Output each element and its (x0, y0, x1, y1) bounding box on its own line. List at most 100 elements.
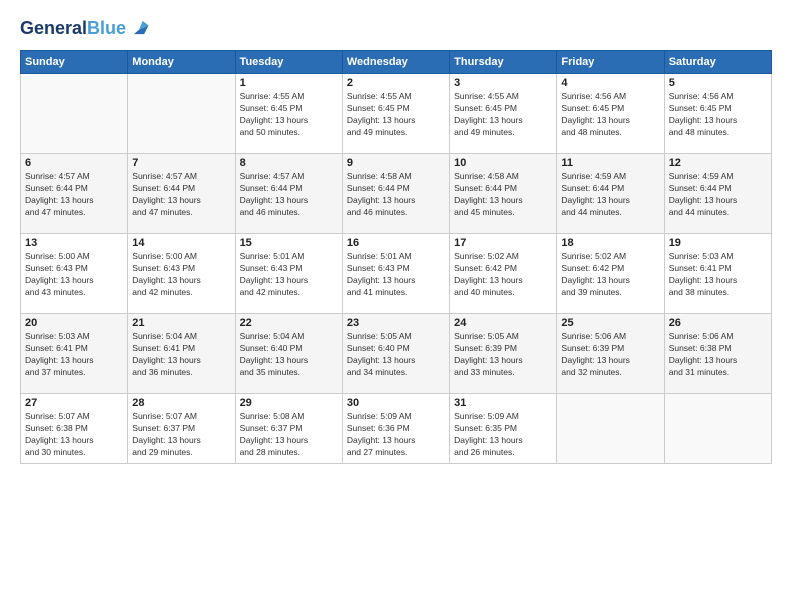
day-number: 26 (669, 317, 767, 329)
logo-icon (128, 18, 150, 40)
calendar-cell: 23 Sunrise: 5:05 AM Sunset: 6:40 PM Dayli… (342, 314, 449, 394)
calendar-cell: 17Sunrise: 5:02 AM Sunset: 6:42 PM Dayli… (450, 234, 557, 314)
calendar-cell: 12Sunrise: 4:59 AM Sunset: 6:44 PM Dayli… (664, 154, 771, 234)
day-info: Sunrise: 5:05 AM Sunset: 6:40 PM Dayligh… (347, 331, 445, 379)
day-info: Sunrise: 4:56 AM Sunset: 6:45 PM Dayligh… (561, 91, 659, 139)
weekday-header: Tuesday (235, 51, 342, 74)
day-info: Sunrise: 4:55 AM Sunset: 6:45 PM Dayligh… (347, 91, 445, 139)
day-info: Sunrise: 4:55 AM Sunset: 6:45 PM Dayligh… (454, 91, 552, 139)
day-number: 28 (132, 397, 230, 409)
day-info: Sunrise: 4:57 AM Sunset: 6:44 PM Dayligh… (132, 171, 230, 219)
weekday-header: Friday (557, 51, 664, 74)
day-info: Sunrise: 5:09 AM Sunset: 6:35 PM Dayligh… (454, 411, 552, 459)
day-info: Sunrise: 5:07 AM Sunset: 6:37 PM Dayligh… (132, 411, 230, 459)
day-info: Sunrise: 4:58 AM Sunset: 6:44 PM Dayligh… (454, 171, 552, 219)
calendar-week-row: 20 Sunrise: 5:03 AM Sunset: 6:41 PM Dayli… (21, 314, 772, 394)
day-number: 3 (454, 77, 552, 89)
day-number: 4 (561, 77, 659, 89)
day-info: Sunrise: 5:06 AM Sunset: 6:38 PM Dayligh… (669, 331, 767, 379)
calendar-cell: 19 Sunrise: 5:03 AM Sunset: 6:41 PM Dayli… (664, 234, 771, 314)
day-number: 30 (347, 397, 445, 409)
day-info: Sunrise: 5:03 AM Sunset: 6:41 PM Dayligh… (669, 251, 767, 299)
calendar-cell: 13Sunrise: 5:00 AM Sunset: 6:43 PM Dayli… (21, 234, 128, 314)
day-info: Sunrise: 4:59 AM Sunset: 6:44 PM Dayligh… (561, 171, 659, 219)
day-number: 22 (240, 317, 338, 329)
calendar-cell: 26 Sunrise: 5:06 AM Sunset: 6:38 PM Dayli… (664, 314, 771, 394)
calendar-cell: 29 Sunrise: 5:08 AM Sunset: 6:37 PM Dayli… (235, 394, 342, 464)
calendar-cell (557, 394, 664, 464)
day-number: 8 (240, 157, 338, 169)
calendar-cell: 6Sunrise: 4:57 AM Sunset: 6:44 PM Daylig… (21, 154, 128, 234)
day-number: 10 (454, 157, 552, 169)
day-number: 20 (25, 317, 123, 329)
day-number: 19 (669, 237, 767, 249)
day-number: 5 (669, 77, 767, 89)
day-number: 21 (132, 317, 230, 329)
calendar-week-row: 1Sunrise: 4:55 AM Sunset: 6:45 PM Daylig… (21, 74, 772, 154)
calendar-cell: 15 Sunrise: 5:01 AM Sunset: 6:43 PM Dayli… (235, 234, 342, 314)
day-number: 29 (240, 397, 338, 409)
calendar-cell: 31 Sunrise: 5:09 AM Sunset: 6:35 PM Dayli… (450, 394, 557, 464)
day-number: 23 (347, 317, 445, 329)
day-info: Sunrise: 5:09 AM Sunset: 6:36 PM Dayligh… (347, 411, 445, 459)
logo: GeneralBlue (20, 18, 150, 40)
day-number: 18 (561, 237, 659, 249)
calendar-week-row: 6Sunrise: 4:57 AM Sunset: 6:44 PM Daylig… (21, 154, 772, 234)
calendar-cell: 11Sunrise: 4:59 AM Sunset: 6:44 PM Dayli… (557, 154, 664, 234)
calendar-cell: 22 Sunrise: 5:04 AM Sunset: 6:40 PM Dayli… (235, 314, 342, 394)
day-info: Sunrise: 5:04 AM Sunset: 6:40 PM Dayligh… (240, 331, 338, 379)
calendar-cell: 4 Sunrise: 4:56 AM Sunset: 6:45 PM Daylig… (557, 74, 664, 154)
weekday-header: Saturday (664, 51, 771, 74)
day-number: 16 (347, 237, 445, 249)
day-info: Sunrise: 5:02 AM Sunset: 6:42 PM Dayligh… (561, 251, 659, 299)
page: GeneralBlue SundayMondayTuesdayWednesday… (0, 0, 792, 612)
calendar-header-row: SundayMondayTuesdayWednesdayThursdayFrid… (21, 51, 772, 74)
day-info: Sunrise: 4:56 AM Sunset: 6:45 PM Dayligh… (669, 91, 767, 139)
weekday-header: Wednesday (342, 51, 449, 74)
calendar-cell: 25Sunrise: 5:06 AM Sunset: 6:39 PM Dayli… (557, 314, 664, 394)
day-number: 31 (454, 397, 552, 409)
day-number: 24 (454, 317, 552, 329)
day-number: 14 (132, 237, 230, 249)
calendar-cell: 3 Sunrise: 4:55 AM Sunset: 6:45 PM Daylig… (450, 74, 557, 154)
calendar-cell (128, 74, 235, 154)
day-info: Sunrise: 5:05 AM Sunset: 6:39 PM Dayligh… (454, 331, 552, 379)
day-info: Sunrise: 4:58 AM Sunset: 6:44 PM Dayligh… (347, 171, 445, 219)
weekday-header: Sunday (21, 51, 128, 74)
day-number: 7 (132, 157, 230, 169)
day-info: Sunrise: 4:55 AM Sunset: 6:45 PM Dayligh… (240, 91, 338, 139)
calendar-cell: 14 Sunrise: 5:00 AM Sunset: 6:43 PM Dayli… (128, 234, 235, 314)
day-number: 15 (240, 237, 338, 249)
calendar-cell: 18 Sunrise: 5:02 AM Sunset: 6:42 PM Dayli… (557, 234, 664, 314)
header: GeneralBlue (20, 18, 772, 40)
calendar-cell (21, 74, 128, 154)
day-info: Sunrise: 4:59 AM Sunset: 6:44 PM Dayligh… (669, 171, 767, 219)
day-info: Sunrise: 5:00 AM Sunset: 6:43 PM Dayligh… (132, 251, 230, 299)
logo-text: GeneralBlue (20, 19, 126, 39)
calendar-cell: 21 Sunrise: 5:04 AM Sunset: 6:41 PM Dayli… (128, 314, 235, 394)
day-info: Sunrise: 5:01 AM Sunset: 6:43 PM Dayligh… (240, 251, 338, 299)
day-info: Sunrise: 5:08 AM Sunset: 6:37 PM Dayligh… (240, 411, 338, 459)
day-info: Sunrise: 5:03 AM Sunset: 6:41 PM Dayligh… (25, 331, 123, 379)
day-info: Sunrise: 5:01 AM Sunset: 6:43 PM Dayligh… (347, 251, 445, 299)
day-info: Sunrise: 5:04 AM Sunset: 6:41 PM Dayligh… (132, 331, 230, 379)
calendar-cell: 28 Sunrise: 5:07 AM Sunset: 6:37 PM Dayli… (128, 394, 235, 464)
day-info: Sunrise: 5:06 AM Sunset: 6:39 PM Dayligh… (561, 331, 659, 379)
day-number: 2 (347, 77, 445, 89)
day-number: 9 (347, 157, 445, 169)
calendar-table: SundayMondayTuesdayWednesdayThursdayFrid… (20, 50, 772, 464)
day-info: Sunrise: 5:07 AM Sunset: 6:38 PM Dayligh… (25, 411, 123, 459)
calendar-cell (664, 394, 771, 464)
calendar-week-row: 13 Sunrise: 5:00 AM Sunset: 6:43 PM Dayli… (21, 234, 772, 314)
calendar-cell: 1Sunrise: 4:55 AM Sunset: 6:45 PM Daylig… (235, 74, 342, 154)
day-number: 13 (25, 237, 123, 249)
day-number: 27 (25, 397, 123, 409)
calendar-cell: 30 Sunrise: 5:09 AM Sunset: 6:36 PM Dayli… (342, 394, 449, 464)
calendar-cell: 8Sunrise: 4:57 AM Sunset: 6:44 PM Daylig… (235, 154, 342, 234)
day-info: Sunrise: 4:57 AM Sunset: 6:44 PM Dayligh… (25, 171, 123, 219)
calendar-cell: 9 Sunrise: 4:58 AM Sunset: 6:44 PM Daylig… (342, 154, 449, 234)
calendar-cell: 2 Sunrise: 4:55 AM Sunset: 6:45 PM Daylig… (342, 74, 449, 154)
calendar-cell: 7 Sunrise: 4:57 AM Sunset: 6:44 PM Daylig… (128, 154, 235, 234)
day-number: 17 (454, 237, 552, 249)
calendar-week-row: 27 Sunrise: 5:07 AM Sunset: 6:38 PM Dayli… (21, 394, 772, 464)
